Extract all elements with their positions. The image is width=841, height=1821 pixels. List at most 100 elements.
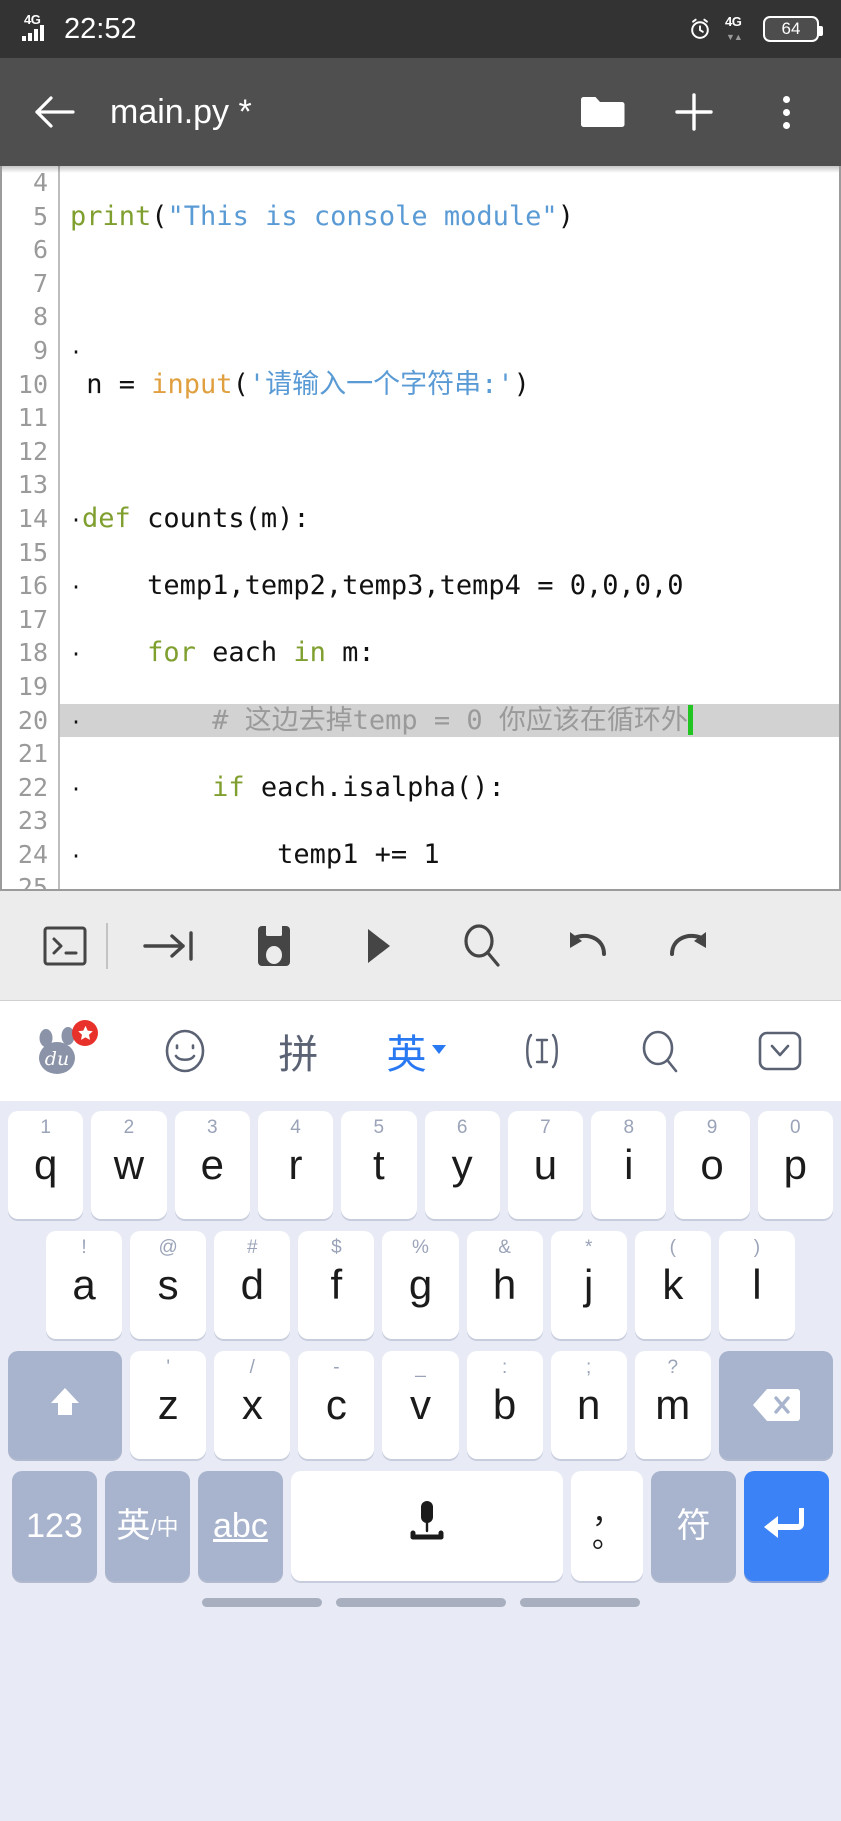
nav-home-pill[interactable] bbox=[335, 1597, 506, 1607]
collapse-keyboard-icon[interactable] bbox=[753, 1025, 807, 1077]
code-line[interactable]: print("This is console module") bbox=[60, 200, 839, 234]
key-r[interactable]: 4r bbox=[257, 1111, 334, 1219]
punctuation-key[interactable]: ， 。 bbox=[570, 1471, 644, 1581]
numeric-key-label: 123 bbox=[26, 1507, 83, 1545]
key-label: i bbox=[624, 1141, 634, 1188]
code-line[interactable] bbox=[60, 871, 839, 889]
abc-key[interactable]: abc bbox=[197, 1471, 283, 1581]
keyboard-row-4: 123 英 /中 abc ， 。 符 bbox=[4, 1471, 837, 1581]
key-e[interactable]: 3e bbox=[174, 1111, 250, 1219]
line-number: 20 bbox=[17, 705, 48, 735]
key-secondary-label: & bbox=[498, 1237, 511, 1258]
key-n[interactable]: ; n bbox=[550, 1351, 627, 1459]
nav-recents-pill[interactable] bbox=[201, 1597, 322, 1607]
key-label: n bbox=[577, 1381, 601, 1428]
key-s[interactable]: @ s bbox=[130, 1231, 207, 1339]
code-line[interactable]: · bbox=[60, 334, 839, 368]
key-p[interactable]: 0p bbox=[757, 1111, 833, 1219]
shift-key[interactable] bbox=[8, 1351, 123, 1459]
emoji-icon[interactable] bbox=[160, 1025, 210, 1077]
key-label: l bbox=[752, 1261, 762, 1308]
baidu-logo-icon[interactable]: du bbox=[34, 1020, 98, 1078]
key-label: e bbox=[200, 1141, 224, 1188]
symbols-key[interactable]: 符 bbox=[651, 1471, 737, 1581]
code-editor[interactable]: 4 5 6 7 8 9 10 11 12 13 14 15 16 17 18 19 20 21 22 23 24 25 p… bbox=[0, 166, 841, 891]
space-key[interactable] bbox=[290, 1471, 563, 1581]
folder-icon[interactable] bbox=[577, 87, 627, 137]
key-h[interactable]: & h bbox=[466, 1231, 543, 1339]
chevron-down-icon bbox=[430, 1042, 448, 1061]
key-u[interactable]: 7u bbox=[507, 1111, 584, 1219]
key-l[interactable]: ) l bbox=[718, 1231, 795, 1339]
key-d[interactable]: # d bbox=[214, 1231, 291, 1339]
code-line[interactable] bbox=[60, 670, 839, 704]
key-i[interactable]: 8i bbox=[591, 1111, 667, 1219]
line-number: 19 bbox=[17, 671, 48, 701]
key-k[interactable]: (k bbox=[634, 1231, 711, 1339]
save-icon[interactable] bbox=[222, 922, 326, 970]
redo-icon[interactable] bbox=[638, 924, 742, 968]
key-w[interactable]: 2w bbox=[91, 1111, 167, 1219]
code-line[interactable]: · temp1 += 1 bbox=[60, 838, 839, 872]
backspace-key[interactable] bbox=[718, 1351, 833, 1459]
nav-back-pill[interactable] bbox=[519, 1597, 640, 1607]
code-line[interactable] bbox=[60, 804, 839, 838]
code-line[interactable]: · temp1,temp2,temp3,temp4 = 0,0,0,0 bbox=[60, 569, 839, 603]
language-toggle-label: 英 bbox=[116, 1507, 151, 1545]
key-v[interactable]: _ v bbox=[382, 1351, 459, 1459]
code-line[interactable] bbox=[60, 435, 839, 469]
key-o[interactable]: 9o bbox=[674, 1111, 750, 1219]
key-b[interactable]: :b bbox=[466, 1351, 543, 1459]
phone-screen: 4G 22:52 4G ▼▲ 64 main.py * 4 5 6 7 8 9 … bbox=[0, 0, 841, 1821]
undo-icon[interactable] bbox=[534, 924, 638, 968]
plus-icon[interactable] bbox=[669, 87, 719, 137]
key-c[interactable]: -c bbox=[298, 1351, 375, 1459]
key-a[interactable]: ! a bbox=[46, 1231, 123, 1339]
key-q[interactable]: 1q bbox=[8, 1111, 84, 1219]
code-line[interactable]: · if each.isalpha(): bbox=[60, 771, 839, 805]
line-number: 13 bbox=[17, 470, 48, 500]
code-line[interactable]: · # 这边去掉temp = 0 你应该在循环外 bbox=[60, 703, 839, 738]
pinyin-mode-button[interactable]: 拼 bbox=[278, 1022, 318, 1080]
enter-key[interactable] bbox=[744, 1471, 829, 1581]
code-content[interactable]: print("This is console module") · n = inp… bbox=[60, 166, 839, 889]
code-line[interactable] bbox=[60, 233, 839, 267]
key-f[interactable]: $ f bbox=[298, 1231, 375, 1339]
alarm-clock-icon bbox=[687, 16, 713, 42]
key-j[interactable]: * j bbox=[550, 1231, 627, 1339]
key-t[interactable]: 5t bbox=[341, 1111, 417, 1219]
english-mode-button[interactable]: 英 bbox=[386, 1022, 448, 1080]
indent-tab-icon[interactable] bbox=[118, 926, 222, 966]
code-line[interactable] bbox=[60, 536, 839, 570]
key-z[interactable]: ' z bbox=[130, 1351, 207, 1459]
run-icon[interactable] bbox=[326, 924, 430, 968]
key-m[interactable]: ? m bbox=[634, 1351, 711, 1459]
key-label: g bbox=[408, 1261, 433, 1308]
back-arrow-icon[interactable] bbox=[24, 81, 86, 143]
code-line[interactable] bbox=[60, 468, 839, 502]
code-line[interactable]: · for each in m: bbox=[60, 636, 839, 670]
code-line[interactable] bbox=[60, 166, 839, 200]
numeric-key[interactable]: 123 bbox=[12, 1471, 97, 1581]
text-cursor-icon[interactable] bbox=[517, 1025, 567, 1077]
code-line[interactable] bbox=[60, 300, 839, 334]
code-line[interactable] bbox=[60, 267, 839, 301]
terminal-icon[interactable] bbox=[34, 924, 96, 968]
code-line[interactable] bbox=[60, 603, 839, 637]
key-x[interactable]: / x bbox=[214, 1351, 291, 1459]
code-line[interactable]: n = input('请输入一个字符串:') bbox=[60, 368, 839, 402]
code-line[interactable] bbox=[60, 737, 839, 771]
key-g[interactable]: % g bbox=[382, 1231, 459, 1339]
symbols-key-label: 符 bbox=[676, 1507, 711, 1545]
editor-toolbar bbox=[0, 891, 841, 1001]
code-token: each.isalpha(): bbox=[244, 771, 505, 803]
code-line[interactable]: ·def counts(m): bbox=[60, 502, 839, 536]
language-toggle-key[interactable]: 英 /中 bbox=[104, 1471, 190, 1581]
key-y[interactable]: 6y bbox=[424, 1111, 500, 1219]
code-line[interactable] bbox=[60, 401, 839, 435]
search-icon[interactable] bbox=[430, 922, 534, 970]
key-secondary-label: ; bbox=[586, 1357, 592, 1378]
page-title: main.py * bbox=[110, 92, 252, 131]
overflow-menu-icon[interactable] bbox=[761, 87, 811, 137]
ime-search-icon[interactable] bbox=[635, 1025, 685, 1077]
